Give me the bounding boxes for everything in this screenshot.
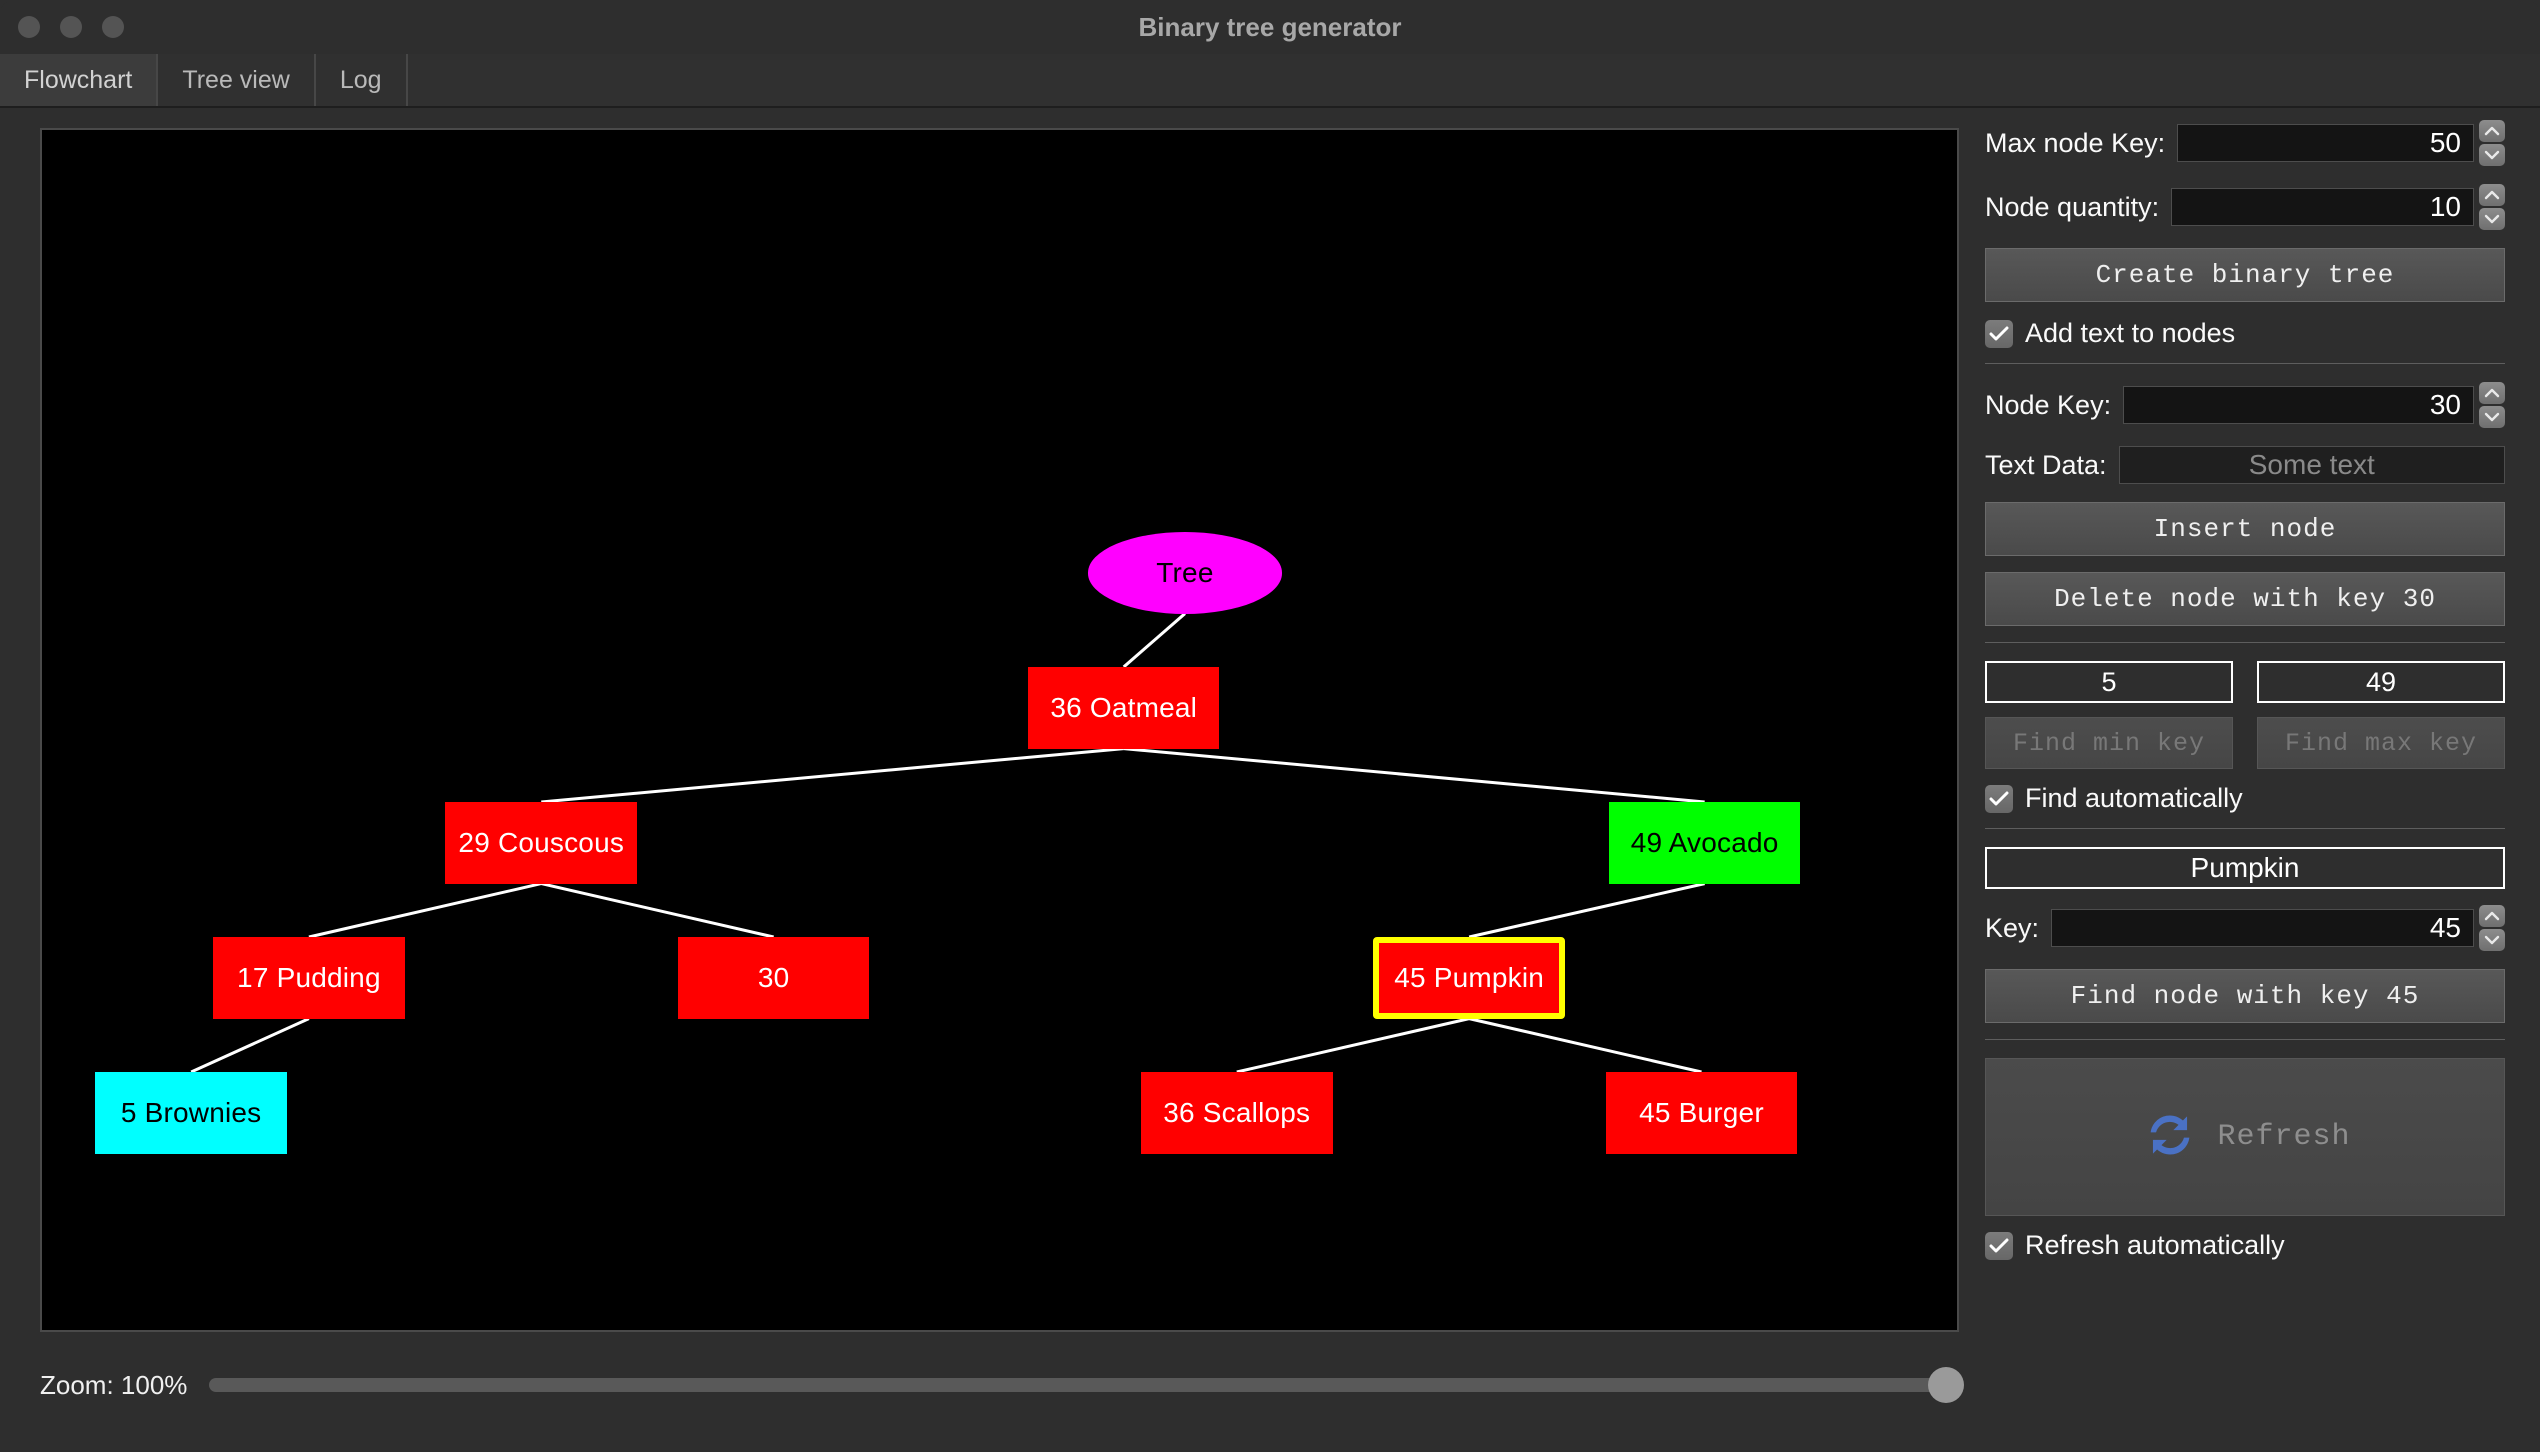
title-bar: Binary tree generator <box>0 0 2540 54</box>
max-key-value: 49 <box>2257 661 2505 703</box>
window-title: Binary tree generator <box>1138 11 1402 42</box>
max-node-key-increment[interactable] <box>2479 120 2505 142</box>
refresh-automatically-checkbox[interactable] <box>1985 1231 2013 1260</box>
tree-node-root[interactable]: Tree <box>1087 531 1283 614</box>
refresh-label: Refresh <box>2217 1120 2351 1154</box>
control-panel: Max node Key: 50 Node quantity: 10 Creat… <box>1985 120 2505 1275</box>
tree-node-label: 5 Brownies <box>120 1096 262 1128</box>
node-quantity-input[interactable]: 10 <box>2171 188 2474 226</box>
zoom-bar: Zoom: 100% <box>40 1355 1964 1415</box>
key-stepper <box>2479 905 2505 951</box>
node-quantity-decrement[interactable] <box>2479 208 2505 230</box>
node-quantity-row: Node quantity: 10 <box>1985 184 2505 230</box>
node-key-decrement[interactable] <box>2479 406 2505 428</box>
tree-node-label: 17 Pudding <box>237 961 381 993</box>
tree-node-n36o[interactable]: 36 Oatmeal <box>1027 666 1220 749</box>
refresh-automatically-row[interactable]: Refresh automatically <box>1985 1230 2505 1261</box>
tab-log[interactable]: Log <box>315 54 408 106</box>
tree-node-label: 29 Couscous <box>458 826 625 858</box>
flowchart-canvas[interactable]: Tree 36 Oatmeal 29 Couscous 49 Avocado 17 Pu… <box>40 128 1959 1332</box>
refresh-icon <box>2139 1104 2201 1171</box>
minmax-buttons-row: Find min key Find max key <box>1985 717 2505 769</box>
tree-node-n45pk[interactable]: 45 Pumpkin <box>1373 936 1565 1019</box>
node-key-input[interactable]: 30 <box>2123 386 2474 424</box>
tree-node-label: 36 Scallops <box>1163 1096 1311 1128</box>
refresh-button[interactable]: Refresh <box>1985 1058 2505 1216</box>
node-key-label: Node Key: <box>1985 389 2112 420</box>
zoom-slider-handle[interactable] <box>1928 1367 1964 1403</box>
node-quantity-increment[interactable] <box>2479 184 2505 206</box>
node-quantity-label: Node quantity: <box>1985 191 2160 222</box>
app-window: Binary tree generator Flowchart Tree vie… <box>0 0 2540 1452</box>
key-input[interactable]: 45 <box>2051 909 2474 947</box>
refresh-automatically-label: Refresh automatically <box>2025 1230 2285 1260</box>
tab-bar: Flowchart Tree view Log <box>0 54 2540 108</box>
zoom-slider[interactable] <box>209 1367 1964 1403</box>
max-node-key-input[interactable]: 50 <box>2177 124 2474 162</box>
tree-node-n45b[interactable]: 45 Burger <box>1605 1072 1798 1154</box>
tree-node-label: 45 Pumpkin <box>1394 961 1545 993</box>
node-key-row: Node Key: 30 <box>1985 382 2505 428</box>
key-increment[interactable] <box>2479 905 2505 927</box>
tree-node-label: Tree <box>1156 556 1214 588</box>
divider-3 <box>1985 828 2505 829</box>
max-node-key-row: Max node Key: 50 <box>1985 120 2505 166</box>
max-node-key-decrement[interactable] <box>2479 144 2505 166</box>
tree-node-label: 49 Avocado <box>1630 826 1779 858</box>
divider-2 <box>1985 642 2505 643</box>
tab-bar-filler <box>407 54 2540 106</box>
add-text-to-nodes-checkbox[interactable] <box>1985 319 2013 348</box>
found-node-result: Pumpkin <box>1985 847 2505 889</box>
find-min-key-button[interactable]: Find min key <box>1985 717 2233 769</box>
tree-node-n5b[interactable]: 5 Brownies <box>95 1072 287 1154</box>
insert-node-button[interactable]: Insert node <box>1985 502 2505 556</box>
find-node-button[interactable]: Find node with key 45 <box>1985 969 2505 1023</box>
add-text-to-nodes-label: Add text to nodes <box>2025 318 2236 348</box>
tree-node-label: 45 Burger <box>1639 1096 1764 1128</box>
divider-4 <box>1985 1039 2505 1040</box>
max-node-key-label: Max node Key: <box>1985 127 2166 158</box>
node-key-stepper <box>2479 382 2505 428</box>
tree-node-n17p[interactable]: 17 Pudding <box>213 936 405 1019</box>
key-row: Key: 45 <box>1985 905 2505 951</box>
tab-flowchart[interactable]: Flowchart <box>0 54 159 106</box>
delete-node-button[interactable]: Delete node with key 30 <box>1985 572 2505 626</box>
tab-tree-view[interactable]: Tree view <box>158 54 316 106</box>
key-decrement[interactable] <box>2479 929 2505 951</box>
tree-node-label: 30 <box>757 961 790 993</box>
tree-node-n30[interactable]: 30 <box>677 936 870 1019</box>
tree-node-n29c[interactable]: 29 Couscous <box>445 801 638 884</box>
tree-node-n49a[interactable]: 49 Avocado <box>1608 801 1801 884</box>
create-binary-tree-button[interactable]: Create binary tree <box>1985 248 2505 302</box>
text-data-input[interactable]: Some text <box>2118 446 2505 484</box>
text-data-row: Text Data: Some text <box>1985 446 2505 484</box>
divider-1 <box>1985 363 2505 364</box>
node-key-increment[interactable] <box>2479 382 2505 404</box>
node-quantity-stepper <box>2479 184 2505 230</box>
text-data-label: Text Data: <box>1985 449 2107 480</box>
add-text-to-nodes-row[interactable]: Add text to nodes <box>1985 318 2505 349</box>
tree-node-n36s[interactable]: 36 Scallops <box>1141 1072 1333 1154</box>
max-node-key-stepper <box>2479 120 2505 166</box>
tree-node-label: 36 Oatmeal <box>1050 691 1198 723</box>
find-automatically-row[interactable]: Find automatically <box>1985 783 2505 814</box>
min-key-value: 5 <box>1985 661 2233 703</box>
find-automatically-checkbox[interactable] <box>1985 784 2013 813</box>
minmax-values-row: 5 49 <box>1985 661 2505 703</box>
find-max-key-button[interactable]: Find max key <box>2257 717 2505 769</box>
key-label: Key: <box>1985 912 2040 943</box>
zoom-label: Zoom: 100% <box>40 1369 188 1400</box>
find-automatically-label: Find automatically <box>2025 783 2243 813</box>
